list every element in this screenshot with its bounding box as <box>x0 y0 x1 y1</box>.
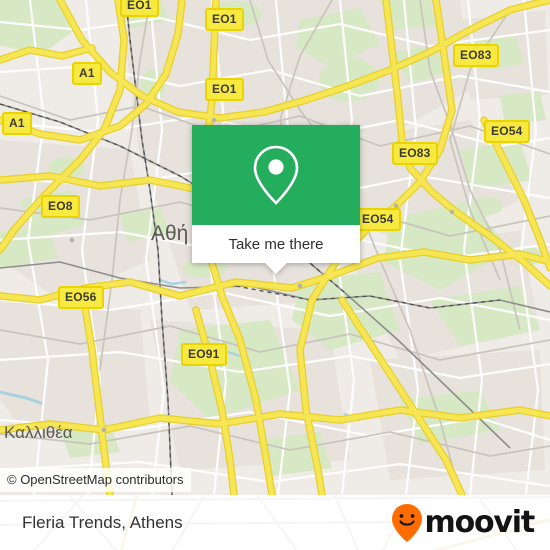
moovit-logo[interactable]: moovit <box>390 503 536 543</box>
place-label: Αθή <box>151 222 189 245</box>
map-canvas[interactable]: A1 A1 EO1 EO1 EO1 EO8 EO83 EO83 EO54 EO54 EO56 EO91… <box>0 0 550 495</box>
road-shield: EO1 <box>205 78 244 101</box>
moovit-wordmark: moovit <box>424 504 536 540</box>
bottom-bar: Fleria Trends, Athens moovit <box>0 495 550 550</box>
road-shield: A1 <box>2 112 32 135</box>
road-shield: EO83 <box>392 142 438 165</box>
take-me-there-button[interactable]: Take me there <box>192 225 360 263</box>
road-shield: EO54 <box>355 208 401 231</box>
road-shield: EO1 <box>205 8 244 31</box>
road-shield: EO83 <box>453 44 499 67</box>
popup-image <box>192 125 360 225</box>
map-attribution[interactable]: © OpenStreetMap contributors <box>0 468 191 492</box>
place-label: Καλλιθέα <box>4 423 73 442</box>
road-shield: EO91 <box>181 343 227 366</box>
road-shield: A1 <box>72 62 102 85</box>
road-shield: EO8 <box>41 195 80 218</box>
popup-pointer <box>265 263 287 274</box>
take-me-there-label: Take me there <box>228 235 324 253</box>
road-shield: EO1 <box>120 0 159 17</box>
page-title: Fleria Trends, Athens <box>22 512 183 532</box>
moovit-pin-smiley-icon <box>391 503 422 542</box>
road-shield: EO56 <box>58 286 104 309</box>
map-page: A1 A1 EO1 EO1 EO1 EO8 EO83 EO83 EO54 EO54 EO56 EO91… <box>0 0 550 550</box>
location-popup[interactable]: Take me there <box>192 125 360 274</box>
attribution-text: © OpenStreetMap contributors <box>7 472 184 487</box>
road-shield: EO54 <box>484 120 530 143</box>
map-pin-icon <box>253 145 299 205</box>
